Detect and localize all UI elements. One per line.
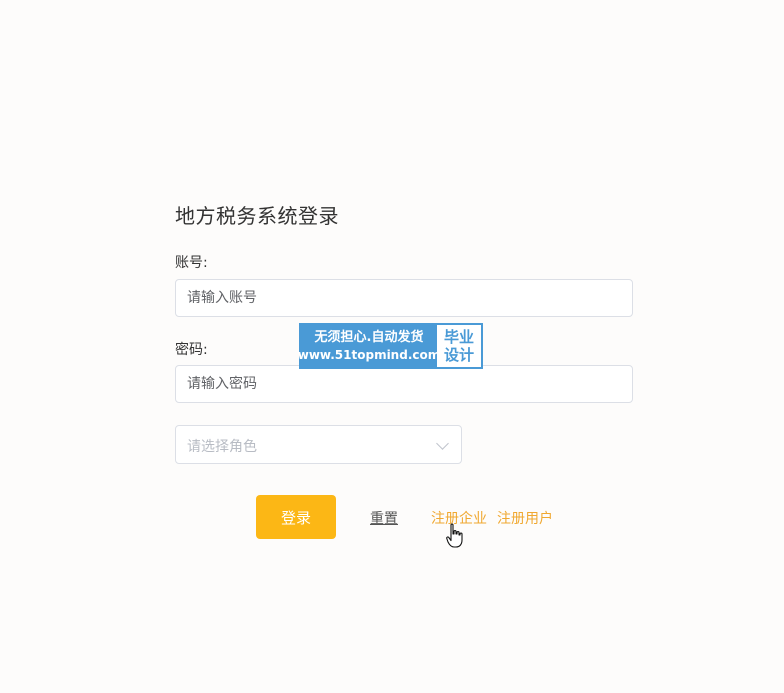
page-title: 地方税务系统登录	[175, 204, 339, 228]
reset-button[interactable]: 重置	[370, 508, 398, 528]
hand-pointer-icon	[446, 523, 463, 548]
watermark-badge: 无须担心.自动发货 www.51topmind.com 毕业 设计	[298, 323, 483, 369]
account-label: 账号:	[175, 255, 208, 271]
register-user-link[interactable]: 注册用户	[497, 508, 553, 528]
watermark-slogan: 无须担心.自动发货	[314, 329, 424, 345]
watermark-left: 无须担心.自动发货 www.51topmind.com	[298, 325, 440, 367]
password-label: 密码:	[175, 342, 208, 358]
login-page: 地方税务系统登录 账号: 密码: 请选择角色 登录 重置 注册企业 注册用户 无…	[0, 0, 784, 693]
password-input[interactable]	[175, 365, 633, 403]
watermark-right: 毕业 设计	[437, 325, 481, 367]
watermark-right-top: 毕业	[443, 328, 474, 346]
login-button[interactable]: 登录	[256, 495, 336, 539]
role-select[interactable]: 请选择角色	[175, 425, 462, 464]
role-select-placeholder: 请选择角色	[187, 439, 257, 455]
watermark-right-bottom: 设计	[443, 346, 474, 364]
login-button-label: 登录	[280, 508, 311, 527]
account-input[interactable]	[175, 279, 633, 317]
watermark-url: www.51topmind.com	[297, 347, 441, 362]
chevron-down-icon	[436, 437, 449, 450]
